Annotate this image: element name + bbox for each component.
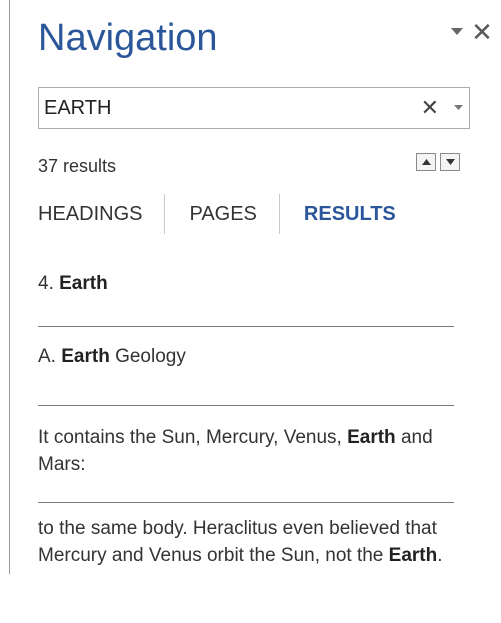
navigation-tabs: HEADINGS PAGES RESULTS bbox=[38, 194, 396, 234]
result-text: A. bbox=[38, 346, 62, 367]
result-item[interactable]: to the same body. Heraclitus even believ… bbox=[38, 503, 454, 623]
up-arrow-icon bbox=[421, 159, 431, 165]
result-match-text: Earth bbox=[61, 346, 110, 367]
result-text: . bbox=[437, 545, 443, 566]
tab-divider bbox=[164, 194, 166, 234]
result-match-text: Earth bbox=[347, 427, 396, 448]
close-pane-icon[interactable]: ✕ bbox=[471, 19, 493, 45]
result-match-text: Earth bbox=[388, 545, 438, 566]
tab-headings[interactable]: HEADINGS bbox=[38, 194, 142, 234]
result-item[interactable]: It contains the Sun, Mercury, Venus, Ear… bbox=[38, 406, 454, 502]
pane-title: Navigation bbox=[38, 17, 218, 59]
result-text: Geology bbox=[109, 346, 186, 367]
tab-pages[interactable]: PAGES bbox=[189, 194, 256, 234]
tab-divider bbox=[278, 194, 280, 234]
result-navigation bbox=[416, 153, 460, 171]
dropdown-triangle-icon bbox=[451, 28, 463, 35]
chevron-down-icon bbox=[454, 105, 463, 110]
down-arrow-icon bbox=[445, 159, 455, 165]
result-match-text: Earth bbox=[59, 273, 108, 294]
previous-result-button[interactable] bbox=[416, 153, 436, 171]
result-item[interactable]: 4. Earth bbox=[38, 254, 454, 326]
pane-controls: ✕ bbox=[449, 19, 493, 45]
result-text: to the same body. Heraclitus even believ… bbox=[38, 518, 437, 566]
results-count: 37 results bbox=[38, 156, 117, 176]
search-input[interactable] bbox=[44, 88, 404, 128]
clear-search-icon[interactable]: ✕ bbox=[421, 95, 439, 121]
result-text: It contains the Sun, Mercury, Venus, bbox=[38, 427, 348, 448]
result-text: 4. bbox=[38, 273, 60, 294]
result-item[interactable]: A. Earth Geology bbox=[38, 327, 454, 405]
tab-results[interactable]: RESULTS bbox=[304, 194, 396, 234]
pane-options-icon[interactable] bbox=[449, 22, 465, 42]
results-list: 4. Earth A. Earth Geology It contains th… bbox=[38, 254, 454, 623]
next-result-button[interactable] bbox=[440, 153, 460, 171]
search-box[interactable]: ✕ bbox=[38, 87, 470, 129]
pane-left-border bbox=[9, 0, 10, 574]
search-options-dropdown-icon[interactable] bbox=[454, 100, 463, 114]
